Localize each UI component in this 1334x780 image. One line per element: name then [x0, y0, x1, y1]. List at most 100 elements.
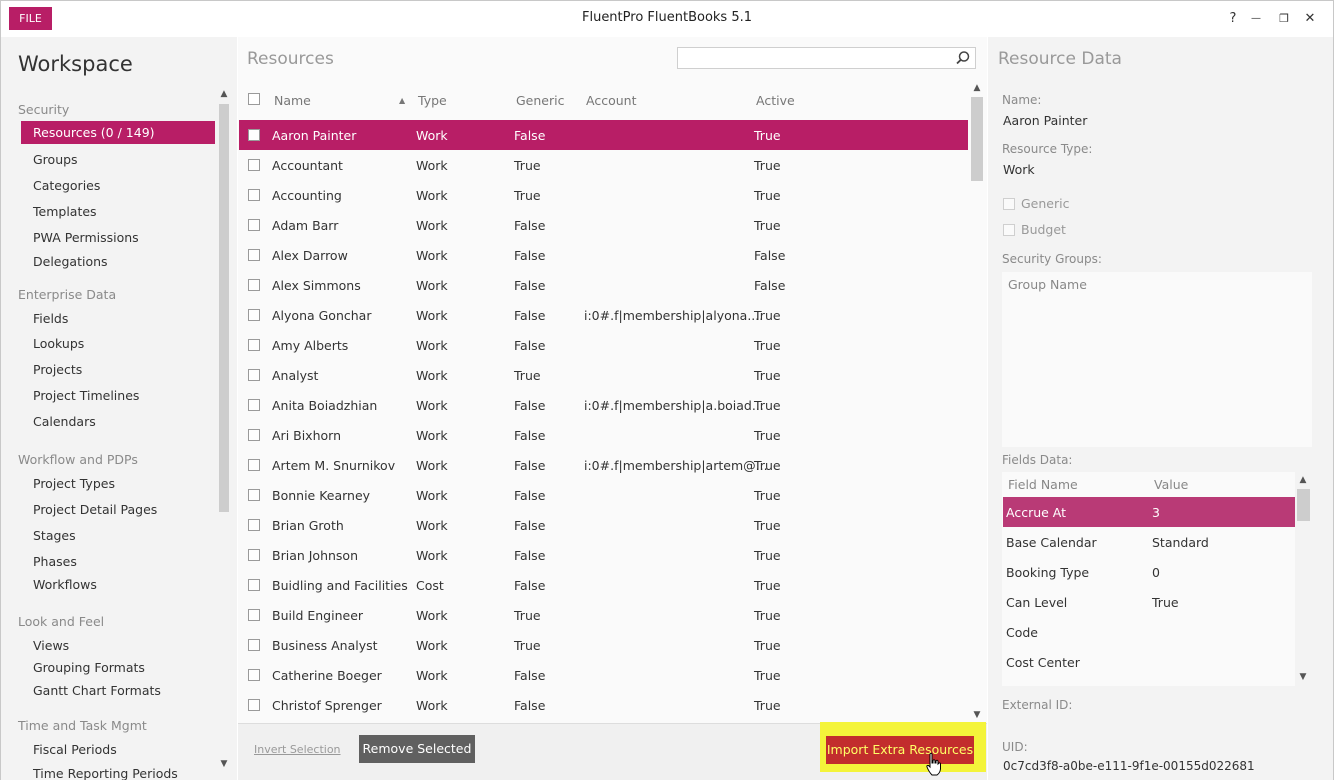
table-row[interactable]: Bonnie Kearney Work False True [239, 480, 968, 510]
nav-item-categories[interactable]: Categories [33, 178, 100, 193]
nav-item-views[interactable]: Views [33, 638, 69, 653]
table-row[interactable]: Aaron Painter Work False True [239, 120, 968, 150]
resources-scroll-thumb[interactable] [971, 97, 983, 181]
search-icon[interactable] [954, 49, 972, 67]
row-checkbox[interactable] [248, 339, 260, 351]
minimize-icon[interactable]: — [1245, 9, 1267, 29]
close-icon[interactable]: ✕ [1299, 9, 1321, 29]
nav-item-stages[interactable]: Stages [33, 528, 76, 543]
row-checkbox[interactable] [248, 159, 260, 171]
table-row[interactable]: Accounting Work True True [239, 180, 968, 210]
invert-selection-link[interactable]: Invert Selection [254, 743, 341, 756]
group-name-header[interactable]: Group Name [1008, 277, 1087, 292]
row-checkbox[interactable] [248, 579, 260, 591]
table-row[interactable]: Catherine Boeger Work False True [239, 660, 968, 690]
scroll-down-icon[interactable]: ▼ [969, 710, 985, 720]
table-row[interactable]: Artem M. Snurnikov Work False i:0#.f|member… [239, 450, 968, 480]
field-row[interactable]: Can Level True [1003, 587, 1295, 617]
field-row[interactable]: Booking Type 0 [1003, 557, 1295, 587]
restore-icon[interactable]: ❐ [1273, 9, 1295, 29]
row-checkbox[interactable] [248, 129, 260, 141]
table-row[interactable]: Ari Bixhorn Work False True [239, 420, 968, 450]
table-row[interactable]: Alyona Gonchar Work False i:0#.f|membership… [239, 300, 968, 330]
table-row[interactable]: Adam Barr Work False True [239, 210, 968, 240]
scroll-up-icon[interactable]: ▲ [1295, 475, 1311, 485]
row-checkbox[interactable] [248, 549, 260, 561]
nav-item-groups[interactable]: Groups [33, 152, 78, 167]
nav-item-delegations[interactable]: Delegations [33, 254, 108, 269]
row-checkbox[interactable] [248, 189, 260, 201]
column-header-account[interactable]: Account [586, 93, 636, 108]
field-name-header[interactable]: Field Name [1008, 477, 1078, 492]
nav-item-resources[interactable]: Resources (0 / 149) [21, 121, 215, 144]
row-checkbox[interactable] [248, 639, 260, 651]
value-header[interactable]: Value [1154, 477, 1188, 492]
table-row[interactable]: Accountant Work True True [239, 150, 968, 180]
row-checkbox[interactable] [248, 369, 260, 381]
cell-active: True [754, 158, 781, 173]
cell-type: Work [416, 128, 448, 143]
nav-item-fiscal-periods[interactable]: Fiscal Periods [33, 742, 117, 757]
cell-generic: False [514, 518, 546, 533]
import-extra-resources-button[interactable]: Import Extra Resources [826, 736, 974, 764]
row-checkbox[interactable] [248, 399, 260, 411]
table-row[interactable]: Buidling and Facilities Cost False True [239, 570, 968, 600]
search-input[interactable] [677, 47, 976, 69]
row-checkbox[interactable] [248, 699, 260, 711]
row-checkbox[interactable] [248, 519, 260, 531]
fields-scroll-thumb[interactable] [1297, 489, 1310, 521]
row-checkbox[interactable] [248, 489, 260, 501]
nav-item-templates[interactable]: Templates [33, 204, 97, 219]
scroll-down-icon[interactable]: ▼ [216, 759, 232, 769]
row-checkbox[interactable] [248, 249, 260, 261]
nav-item-project-types[interactable]: Project Types [33, 476, 115, 491]
column-header-active[interactable]: Active [756, 93, 795, 108]
generic-checkbox[interactable] [1003, 198, 1015, 210]
table-row[interactable]: Alex Simmons Work False False [239, 270, 968, 300]
row-checkbox[interactable] [248, 459, 260, 471]
nav-item-gantt-chart-formats[interactable]: Gantt Chart Formats [33, 683, 161, 698]
column-header-generic[interactable]: Generic [516, 93, 564, 108]
nav-item-time-reporting-periods[interactable]: Time Reporting Periods [33, 766, 178, 780]
nav-item-project-timelines[interactable]: Project Timelines [33, 388, 139, 403]
table-row[interactable]: Alex Darrow Work False False [239, 240, 968, 270]
scroll-down-icon[interactable]: ▼ [1295, 672, 1311, 682]
select-all-checkbox[interactable] [248, 93, 260, 105]
column-header-name[interactable]: Name [274, 93, 311, 108]
nav-item-pwa-permissions[interactable]: PWA Permissions [33, 230, 139, 245]
scroll-up-icon[interactable]: ▲ [969, 83, 985, 93]
cell-name: Alyona Gonchar [272, 308, 372, 323]
workspace-scroll-thumb[interactable] [219, 104, 229, 512]
nav-item-phases[interactable]: Phases [33, 554, 77, 569]
row-checkbox[interactable] [248, 609, 260, 621]
nav-item-project-detail-pages[interactable]: Project Detail Pages [33, 502, 157, 517]
table-row[interactable]: Brian Groth Work False True [239, 510, 968, 540]
row-checkbox[interactable] [248, 219, 260, 231]
nav-item-workflows[interactable]: Workflows [33, 577, 97, 592]
help-icon[interactable]: ? [1222, 9, 1244, 29]
remove-selected-button[interactable]: Remove Selected [359, 735, 475, 763]
table-row[interactable]: Christof Sprenger Work False True [239, 690, 968, 720]
nav-item-grouping-formats[interactable]: Grouping Formats [33, 660, 145, 675]
budget-checkbox[interactable] [1003, 224, 1015, 236]
table-row[interactable]: Analyst Work True True [239, 360, 968, 390]
nav-item-projects[interactable]: Projects [33, 362, 82, 377]
table-row[interactable]: Business Analyst Work True True [239, 630, 968, 660]
table-row[interactable]: Build Engineer Work True True [239, 600, 968, 630]
row-checkbox[interactable] [248, 669, 260, 681]
field-row[interactable]: Code [1003, 617, 1295, 647]
table-row[interactable]: Anita Boiadzhian Work False i:0#.f|membersh… [239, 390, 968, 420]
row-checkbox[interactable] [248, 279, 260, 291]
table-row[interactable]: Amy Alberts Work False True [239, 330, 968, 360]
row-checkbox[interactable] [248, 429, 260, 441]
field-row[interactable]: Base Calendar Standard [1003, 527, 1295, 557]
field-row[interactable]: Accrue At 3 [1003, 497, 1295, 527]
field-row[interactable]: Cost Center [1003, 647, 1295, 677]
nav-item-fields[interactable]: Fields [33, 311, 68, 326]
nav-item-calendars[interactable]: Calendars [33, 414, 96, 429]
row-checkbox[interactable] [248, 309, 260, 321]
table-row[interactable]: Brian Johnson Work False True [239, 540, 968, 570]
nav-item-lookups[interactable]: Lookups [33, 336, 84, 351]
column-header-type[interactable]: Type [418, 93, 447, 108]
scroll-up-icon[interactable]: ▲ [216, 89, 232, 99]
